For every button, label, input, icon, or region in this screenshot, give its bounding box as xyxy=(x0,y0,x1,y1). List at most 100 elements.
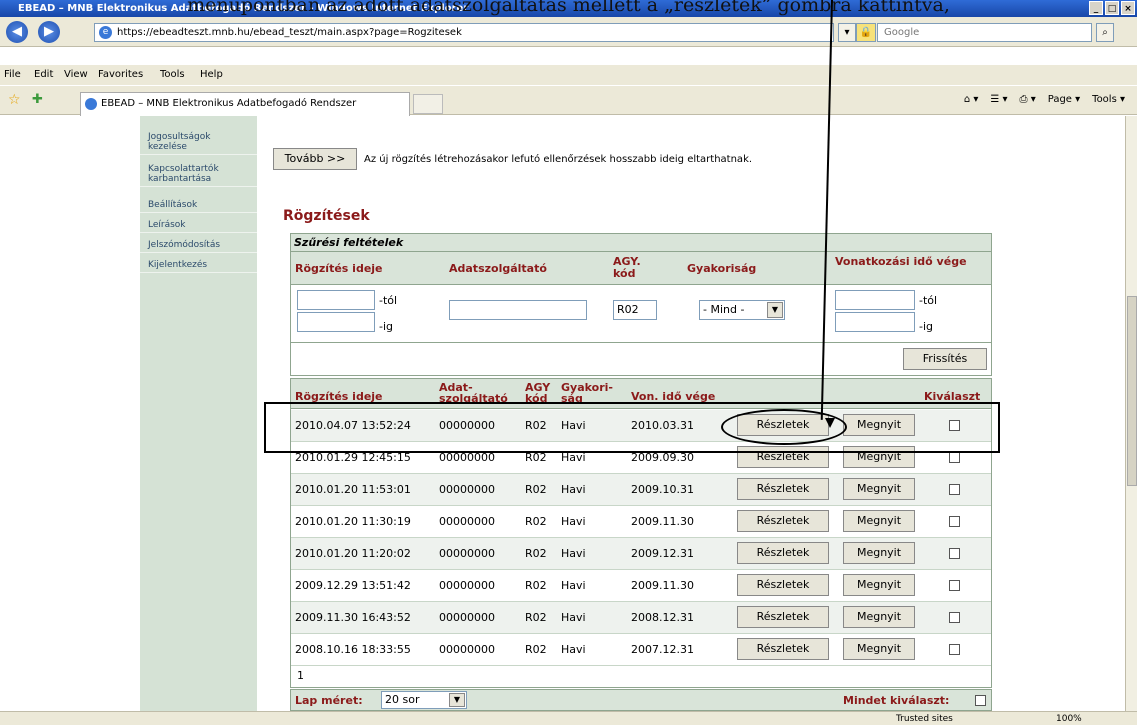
browser-tab[interactable]: EBEAD – MNB Elektronikus Adatbefogadó Re… xyxy=(80,92,410,116)
tools-menu[interactable]: Tools ▾ xyxy=(1092,94,1125,105)
filter-header-row: Rögzítés ideje Adatszolgáltató AGY. kód … xyxy=(291,251,991,285)
filter-header-rec-time: Rögzítés ideje xyxy=(295,262,383,275)
sidebar-item-contacts[interactable]: Kapcsolattartók karbantartása xyxy=(140,162,257,187)
col-header-provider: Adat-szolgáltató xyxy=(439,381,508,405)
open-button[interactable]: Megnyit xyxy=(843,542,915,564)
page-title: Rögzítések xyxy=(283,208,370,224)
select-all-checkbox[interactable] xyxy=(975,695,986,706)
sidebar-item-settings[interactable]: Beállítások xyxy=(140,198,257,213)
home-icon[interactable]: ⌂ ▾ xyxy=(964,94,979,105)
table-row: 2009.12.29 13:51:42 00000000 R02 Havi 2009.1… xyxy=(291,570,991,602)
cell-provider: 00000000 xyxy=(439,643,495,656)
select-checkbox[interactable] xyxy=(949,612,960,623)
open-button[interactable]: Megnyit xyxy=(843,510,915,532)
vertical-scrollbar[interactable] xyxy=(1125,116,1137,711)
page-menu[interactable]: Page ▾ xyxy=(1048,94,1080,105)
cell-ref-end: 2009.11.30 xyxy=(631,579,694,592)
page-size-value: 20 sor xyxy=(385,693,420,706)
open-button[interactable]: Megnyit xyxy=(843,574,915,596)
open-button[interactable]: Megnyit xyxy=(843,446,915,468)
cell-rec-time: 2010.01.20 11:53:01 xyxy=(295,483,411,496)
open-button[interactable]: Megnyit xyxy=(843,638,915,660)
address-dropdown-icon[interactable]: ▾ xyxy=(838,23,856,42)
results-header-row: Rögzítés ideje Adat-szolgáltató AGY kód … xyxy=(291,379,991,409)
select-checkbox[interactable] xyxy=(949,548,960,559)
zone-label: Trusted sites xyxy=(896,714,953,724)
open-button[interactable]: Megnyit xyxy=(843,414,915,436)
select-checkbox[interactable] xyxy=(949,644,960,655)
details-button[interactable]: Részletek xyxy=(737,574,829,596)
sidebar-item-permissions[interactable]: Jogosultságok kezelése xyxy=(140,130,257,155)
rec-time-from-input[interactable] xyxy=(297,290,375,310)
details-button[interactable]: Részletek xyxy=(737,606,829,628)
details-button[interactable]: Részletek xyxy=(737,446,829,468)
page-size-select[interactable]: 20 sor ▼ xyxy=(381,691,467,709)
cell-ref-end: 2007.12.31 xyxy=(631,643,694,656)
open-button[interactable]: Megnyit xyxy=(843,606,915,628)
refresh-button[interactable]: Frissítés xyxy=(903,348,987,370)
provider-input[interactable] xyxy=(449,300,587,320)
new-tab-button[interactable] xyxy=(413,94,443,114)
cell-agy: R02 xyxy=(525,419,547,432)
filter-panel: Szűrési feltételek Rögzítés ideje Adatsz… xyxy=(290,233,992,376)
select-checkbox[interactable] xyxy=(949,516,960,527)
select-checkbox[interactable] xyxy=(949,580,960,591)
tab-title: EBEAD – MNB Elektronikus Adatbefogadó Re… xyxy=(101,98,357,109)
cell-freq: Havi xyxy=(561,643,586,656)
results-body: 2010.04.07 13:52:24 00000000 R02 Havi 2010.0… xyxy=(291,410,991,666)
search-go-icon[interactable]: ⌕ xyxy=(1096,23,1114,42)
scrollbar-thumb[interactable] xyxy=(1127,296,1137,486)
cell-ref-end: 2009.10.31 xyxy=(631,483,694,496)
col-header-select: Kiválaszt xyxy=(924,390,981,403)
menu-view[interactable]: View xyxy=(64,65,88,85)
rec-time-to-input[interactable] xyxy=(297,312,375,332)
feeds-icon[interactable]: ☰ ▾ xyxy=(990,94,1007,105)
ref-end-to-input[interactable] xyxy=(835,312,915,332)
continue-button[interactable]: Tovább >> xyxy=(273,148,357,170)
select-checkbox[interactable] xyxy=(949,484,960,495)
menu-help[interactable]: Help xyxy=(200,65,223,85)
details-button[interactable]: Részletek xyxy=(737,510,829,532)
annotation-arrowhead xyxy=(825,418,835,428)
sidebar-item-password[interactable]: Jelszómódosítás xyxy=(140,238,257,253)
search-input[interactable]: Google xyxy=(877,23,1092,42)
forward-button[interactable]: ▶ xyxy=(38,21,60,43)
add-favorite-icon[interactable]: ✚ xyxy=(32,92,43,107)
select-checkbox[interactable] xyxy=(949,420,960,431)
cell-freq: Havi xyxy=(561,451,586,464)
cell-rec-time: 2009.12.29 13:51:42 xyxy=(295,579,411,592)
filter-header-ref-end: Vonatkozási idő vége xyxy=(835,255,967,268)
address-url: https://ebeadteszt.mnb.hu/ebead_teszt/ma… xyxy=(117,27,462,38)
menu-favorites[interactable]: Favorites xyxy=(98,65,143,85)
details-button[interactable]: Részletek xyxy=(737,414,829,436)
table-row: 2010.04.07 13:52:24 00000000 R02 Havi 2010.0… xyxy=(291,410,991,442)
cell-freq: Havi xyxy=(561,515,586,528)
select-checkbox[interactable] xyxy=(949,452,960,463)
lock-icon[interactable]: 🔒 xyxy=(856,23,876,42)
details-button[interactable]: Részletek xyxy=(737,542,829,564)
continue-note: Az új rögzítés létrehozásakor lefutó ell… xyxy=(364,154,753,165)
zoom-level[interactable]: 100% xyxy=(1056,712,1082,726)
details-button[interactable]: Részletek xyxy=(737,478,829,500)
menu-tools[interactable]: Tools xyxy=(160,65,185,85)
details-button[interactable]: Részletek xyxy=(737,638,829,660)
favorites-star-icon[interactable]: ☆ xyxy=(8,92,21,108)
table-row: 2008.10.16 18:33:55 00000000 R02 Havi 2007.1… xyxy=(291,634,991,666)
cell-provider: 00000000 xyxy=(439,579,495,592)
menu-file[interactable]: File xyxy=(4,65,21,85)
open-button[interactable]: Megnyit xyxy=(843,478,915,500)
print-icon[interactable]: ⎙ ▾ xyxy=(1020,94,1036,105)
table-row: 2010.01.20 11:53:01 00000000 R02 Havi 2009.1… xyxy=(291,474,991,506)
ref-end-from-input[interactable] xyxy=(835,290,915,310)
cell-agy: R02 xyxy=(525,483,547,496)
filter-header-provider: Adatszolgáltató xyxy=(449,262,547,275)
page-size-label: Lap méret: xyxy=(295,694,363,707)
frequency-select[interactable]: - Mind - ▼ xyxy=(699,300,785,320)
sidebar-item-descriptions[interactable]: Leírások xyxy=(140,218,257,233)
address-bar[interactable]: e https://ebeadteszt.mnb.hu/ebead_teszt/… xyxy=(94,23,834,42)
menu-edit[interactable]: Edit xyxy=(34,65,53,85)
agy-code-input[interactable]: R02 xyxy=(613,300,657,320)
back-button[interactable]: ◀ xyxy=(6,21,28,43)
sidebar-item-logout[interactable]: Kijelentkezés xyxy=(140,258,257,273)
page-number[interactable]: 1 xyxy=(297,669,304,682)
